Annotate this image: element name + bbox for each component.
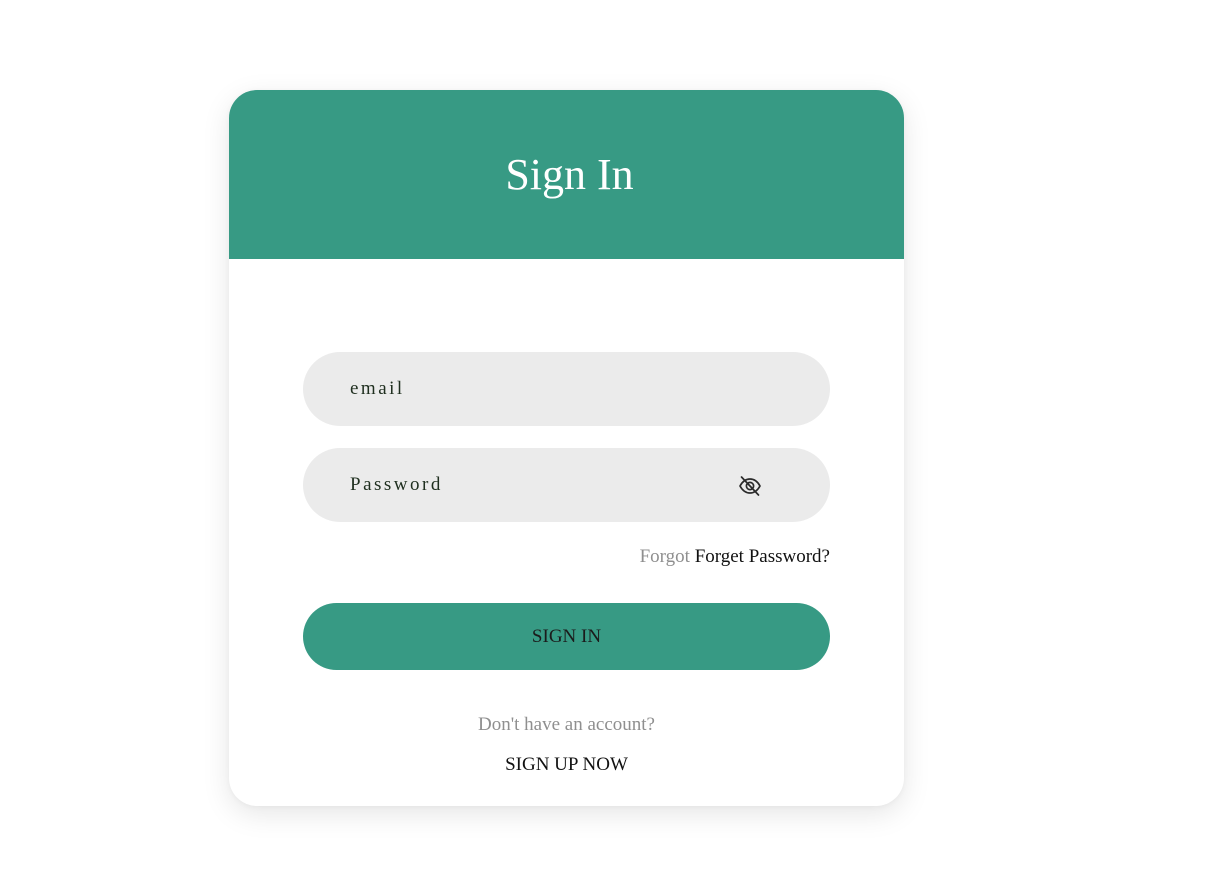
forgot-password-row: Forgot Forget Password? — [640, 546, 830, 568]
forgot-password-link[interactable]: Forget Password? — [695, 546, 830, 567]
sign-up-link[interactable]: SIGN UP NOW — [229, 754, 904, 776]
card-header: Sign In — [229, 90, 904, 259]
page-title: Sign In — [505, 150, 634, 199]
email-field-container — [303, 352, 830, 426]
sign-in-button[interactable]: SIGN IN — [303, 603, 830, 670]
password-field-container — [303, 448, 830, 522]
email-input[interactable] — [303, 352, 830, 426]
sign-in-card: Sign In Forgot Forget Password? SIGN IN … — [229, 90, 904, 806]
eye-off-icon[interactable] — [738, 475, 762, 497]
no-account-text: Don't have an account? — [478, 714, 655, 735]
forgot-prefix: Forgot — [639, 546, 690, 567]
